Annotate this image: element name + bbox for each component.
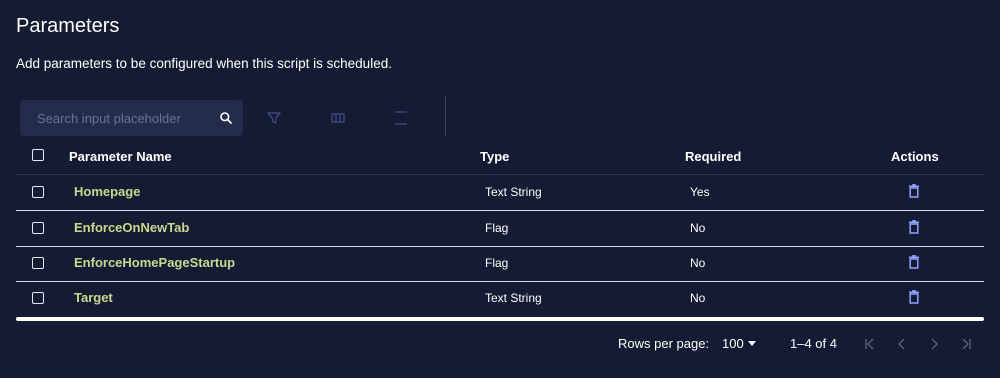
- columns-icon[interactable]: [329, 109, 347, 127]
- parameter-name: EnforceHomePageStartup: [74, 255, 236, 270]
- search-box[interactable]: [20, 100, 243, 136]
- pagination-range: 1–4 of 4: [790, 336, 837, 351]
- horizontal-scrollbar[interactable]: [16, 317, 984, 321]
- first-page-icon[interactable]: [862, 336, 878, 352]
- rows-per-page-label: Rows per page:: [618, 336, 710, 351]
- parameter-type: Text String: [485, 291, 542, 305]
- parameter-name: Target: [74, 290, 113, 305]
- chevron-down-icon[interactable]: [748, 341, 756, 346]
- table-row[interactable]: EnforceOnNewTab Flag No: [16, 211, 984, 247]
- parameter-type: Flag: [485, 221, 509, 235]
- parameter-required: Yes: [690, 185, 710, 199]
- table-row[interactable]: Target Text String No: [16, 281, 984, 316]
- delete-icon[interactable]: [908, 184, 920, 198]
- select-all-checkbox[interactable]: [32, 149, 44, 161]
- toolbar-divider: [445, 96, 446, 136]
- table-row[interactable]: EnforceHomePageStartup Flag No: [16, 246, 984, 282]
- pagination: Rows per page: 100 1–4 of 4: [0, 330, 1000, 360]
- page-title: Parameters: [16, 15, 120, 37]
- parameter-required: No: [690, 256, 706, 270]
- filter-icon[interactable]: [265, 109, 283, 127]
- row-checkbox[interactable]: [32, 292, 44, 304]
- delete-icon[interactable]: [908, 290, 920, 304]
- column-header-type[interactable]: Type: [480, 149, 509, 164]
- column-header-actions: Actions: [891, 149, 939, 164]
- search-input[interactable]: [20, 100, 210, 136]
- row-checkbox[interactable]: [32, 257, 44, 269]
- search-icon[interactable]: [219, 111, 233, 125]
- parameter-name: Homepage: [74, 184, 141, 199]
- column-header-parameter-name[interactable]: Parameter Name: [69, 149, 172, 164]
- parameter-name: EnforceOnNewTab: [74, 220, 190, 235]
- page-subtitle: Add parameters to be configured when thi…: [16, 56, 392, 71]
- table-toolbar: [20, 96, 450, 136]
- parameter-type: Flag: [485, 256, 509, 270]
- rows-per-page-select[interactable]: 100: [722, 336, 744, 351]
- delete-icon[interactable]: [908, 255, 920, 269]
- parameter-required: No: [690, 291, 706, 305]
- previous-page-icon[interactable]: [894, 336, 910, 352]
- delete-icon[interactable]: [908, 220, 920, 234]
- parameter-type: Text String: [485, 185, 542, 199]
- row-checkbox[interactable]: [32, 222, 44, 234]
- density-icon[interactable]: [392, 109, 410, 127]
- column-header-required[interactable]: Required: [685, 149, 741, 164]
- parameter-required: No: [690, 221, 706, 235]
- table-row[interactable]: Homepage Text String Yes: [16, 175, 984, 211]
- next-page-icon[interactable]: [926, 336, 942, 352]
- row-checkbox[interactable]: [32, 186, 44, 198]
- table-header: Parameter Name Type Required Actions: [16, 138, 984, 175]
- last-page-icon[interactable]: [958, 336, 974, 352]
